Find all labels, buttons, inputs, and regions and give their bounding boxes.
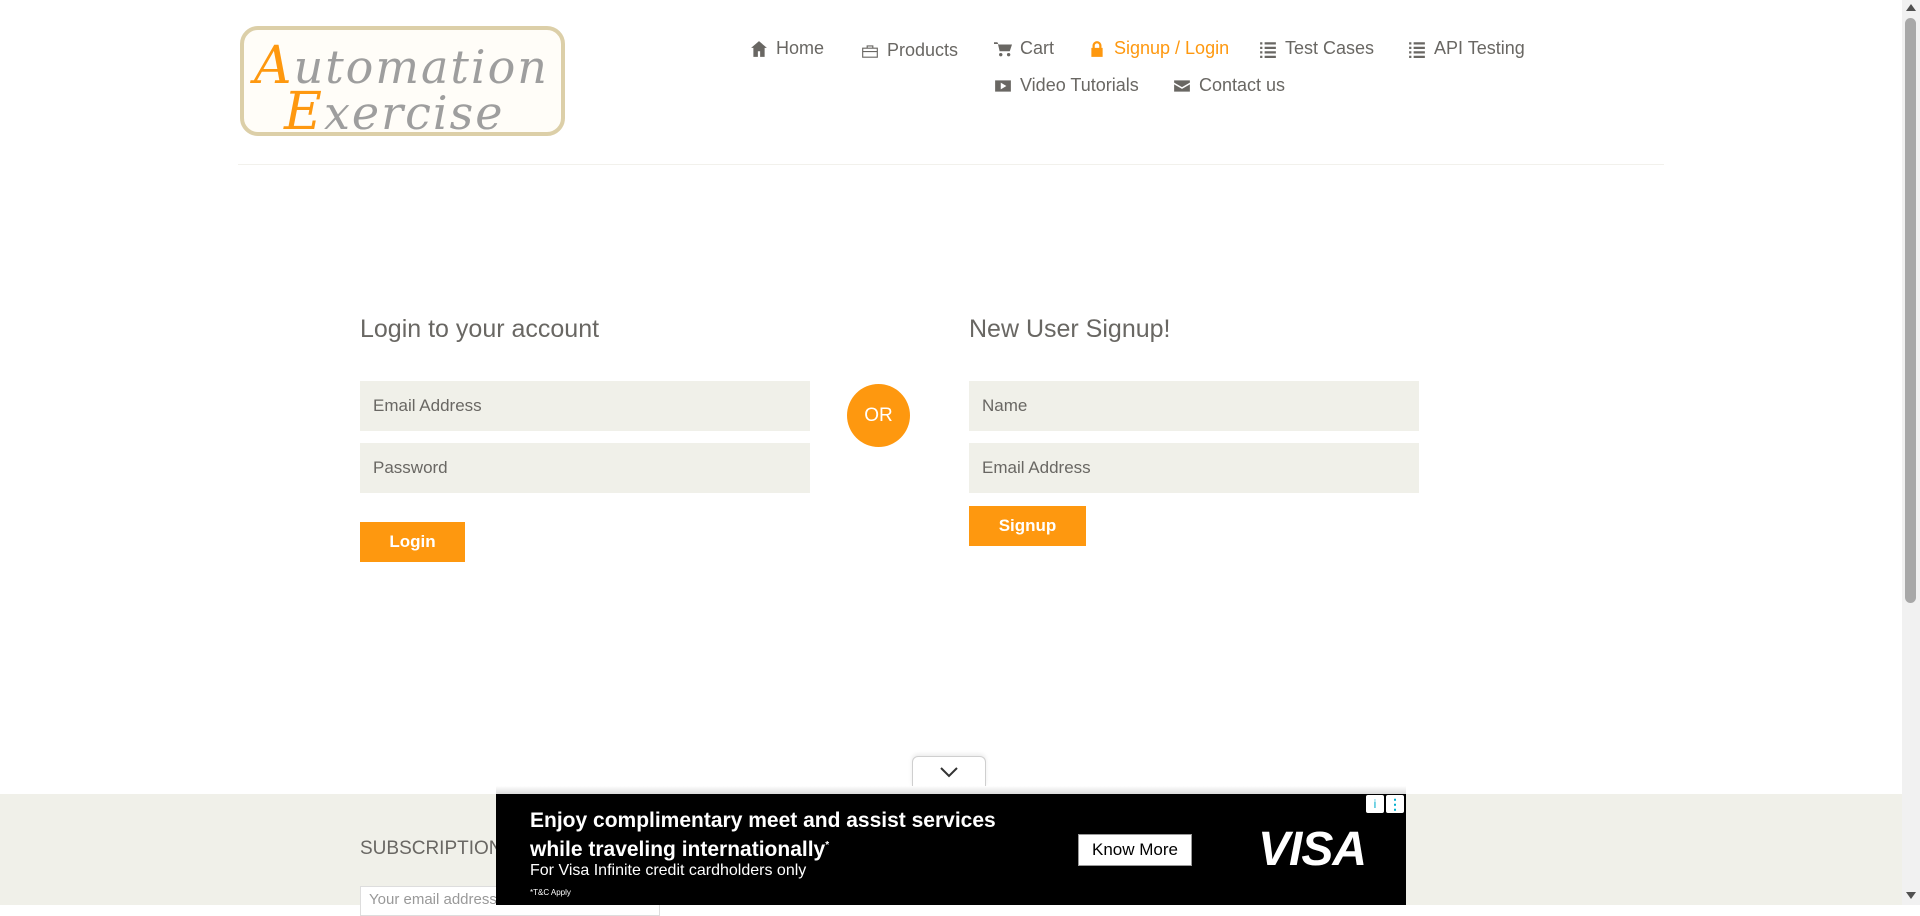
list-icon bbox=[1260, 41, 1276, 58]
nav-contact-us[interactable]: Contact us bbox=[1173, 75, 1285, 96]
scroll-up-arrow-icon[interactable] bbox=[1906, 4, 1916, 11]
list-icon bbox=[1409, 41, 1425, 58]
signup-title: New User Signup! bbox=[969, 315, 1171, 343]
nav-contact-us-label: Contact us bbox=[1199, 75, 1286, 95]
logo-line-2: Exercise bbox=[284, 82, 505, 142]
nav-signup-login[interactable]: Signup / Login bbox=[1088, 38, 1229, 59]
lock-icon bbox=[1091, 40, 1103, 57]
login-email-input[interactable] bbox=[360, 381, 810, 431]
login-password-input[interactable] bbox=[360, 443, 810, 493]
login-title: Login to your account bbox=[360, 315, 600, 343]
nav-video-tutorials[interactable]: Video Tutorials bbox=[994, 75, 1139, 96]
nav-signup-login-label: Signup / Login bbox=[1114, 38, 1230, 58]
nav-products-label: Products bbox=[887, 40, 959, 60]
site-logo[interactable]: Automation Exercise bbox=[240, 26, 565, 142]
header-divider bbox=[238, 164, 1664, 165]
nav-cart[interactable]: Cart bbox=[994, 38, 1054, 59]
ad-fine-print: *T&C Apply bbox=[530, 888, 571, 897]
nav-api-testing-label: API Testing bbox=[1434, 38, 1525, 58]
nav-video-tutorials-label: Video Tutorials bbox=[1020, 75, 1139, 95]
visa-logo: VISA bbox=[1258, 823, 1367, 876]
nav-home-label: Home bbox=[776, 38, 825, 58]
subscription-title: SUBSCRIPTION bbox=[360, 838, 503, 859]
ad-shadow bbox=[496, 786, 1406, 794]
signup-name-input[interactable] bbox=[969, 381, 1419, 431]
signup-email-input[interactable] bbox=[969, 443, 1419, 493]
scroll-down-arrow-icon[interactable] bbox=[1906, 892, 1916, 899]
nav-test-cases[interactable]: Test Cases bbox=[1259, 38, 1374, 59]
scrollbar-thumb[interactable] bbox=[1905, 18, 1916, 603]
cart-icon bbox=[994, 41, 1012, 56]
login-button[interactable]: Login bbox=[360, 522, 465, 562]
or-badge: OR bbox=[847, 384, 910, 447]
signup-button[interactable]: Signup bbox=[969, 506, 1086, 546]
nav-home[interactable]: Home bbox=[750, 38, 824, 59]
ad-headline: Enjoy complimentary meet and assist serv… bbox=[530, 809, 996, 861]
ad-info-icon[interactable]: i bbox=[1366, 795, 1384, 813]
chevron-down-icon bbox=[940, 767, 958, 778]
nav-cart-label: Cart bbox=[1020, 38, 1055, 58]
nav-test-cases-label: Test Cases bbox=[1285, 38, 1375, 58]
youtube-icon bbox=[995, 79, 1011, 92]
nav-products[interactable]: Products bbox=[861, 40, 958, 61]
ad-subtext: For Visa Infinite credit cardholders onl… bbox=[530, 862, 807, 879]
ad-collapse-toggle[interactable] bbox=[912, 756, 986, 787]
nav-api-testing[interactable]: API Testing bbox=[1408, 38, 1525, 59]
briefcase-icon bbox=[862, 44, 878, 58]
home-icon bbox=[751, 40, 767, 57]
ad-options-icon[interactable]: ⋮ bbox=[1386, 795, 1404, 813]
envelope-icon bbox=[1174, 79, 1190, 92]
ad-banner[interactable]: Enjoy complimentary meet and assist serv… bbox=[496, 794, 1406, 905]
ad-know-more-button[interactable]: Know More bbox=[1078, 834, 1192, 866]
